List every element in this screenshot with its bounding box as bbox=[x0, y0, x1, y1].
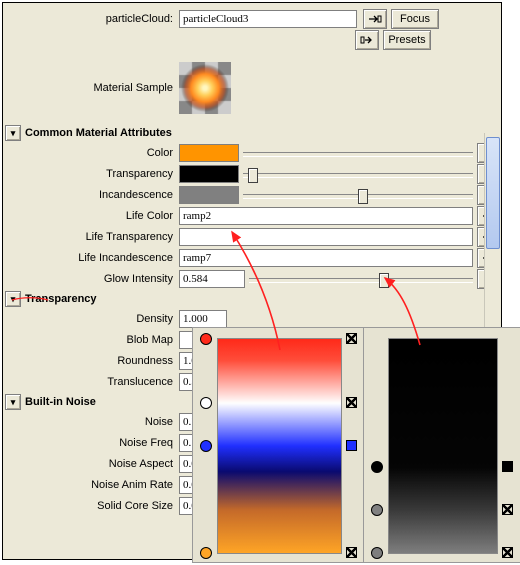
glow-input[interactable] bbox=[179, 270, 245, 288]
life-color-input[interactable] bbox=[179, 207, 473, 225]
translucence-label: Translucence bbox=[3, 376, 179, 388]
glow-label: Glow Intensity bbox=[3, 273, 179, 285]
connect-input-button[interactable] bbox=[363, 9, 387, 29]
incandescence-label: Incandescence bbox=[3, 189, 179, 201]
life-incandescence-input[interactable] bbox=[179, 249, 473, 267]
ramp-handle[interactable] bbox=[200, 397, 212, 409]
ramp-gradient-life-color[interactable] bbox=[217, 338, 342, 554]
focus-button[interactable]: Focus bbox=[391, 9, 439, 29]
roundness-label: Roundness bbox=[3, 355, 179, 367]
section-toggle-transparency[interactable]: ▾ bbox=[5, 291, 21, 307]
section-title-common: Common Material Attributes bbox=[25, 127, 172, 139]
life-color-label: Life Color bbox=[3, 210, 179, 222]
ramp-handle[interactable] bbox=[200, 333, 212, 345]
presets-label: Presets bbox=[388, 34, 425, 46]
ramp-handle[interactable] bbox=[371, 461, 383, 473]
noiseanim-label: Noise Anim Rate bbox=[3, 479, 179, 491]
color-swatch[interactable] bbox=[179, 144, 239, 162]
incandescence-slider[interactable] bbox=[243, 187, 473, 203]
glow-slider[interactable] bbox=[249, 271, 473, 287]
transparency-slider[interactable] bbox=[243, 166, 473, 182]
material-sample-label: Material Sample bbox=[3, 82, 179, 94]
ramp-handle[interactable] bbox=[346, 397, 357, 408]
ramp-handle[interactable] bbox=[346, 547, 357, 558]
material-sample-swatch bbox=[179, 62, 231, 114]
section-title-transparency: Transparency bbox=[25, 293, 97, 305]
ramp-handle[interactable] bbox=[200, 547, 212, 559]
transparency-swatch[interactable] bbox=[179, 165, 239, 183]
ramp-handle[interactable] bbox=[502, 504, 513, 515]
transparency-label: Transparency bbox=[3, 168, 179, 180]
presets-button[interactable]: Presets bbox=[383, 30, 431, 50]
ramp-handle[interactable] bbox=[502, 547, 513, 558]
noise-label: Noise bbox=[3, 416, 179, 428]
ramp-gradient-life-incandescence[interactable] bbox=[388, 338, 498, 554]
ramp-popup-life-incandescence bbox=[364, 328, 520, 562]
ramp-handle[interactable] bbox=[346, 333, 357, 344]
color-label: Color bbox=[3, 147, 179, 159]
noiseaspect-label: Noise Aspect bbox=[3, 458, 179, 470]
color-slider[interactable] bbox=[243, 145, 473, 161]
life-transparency-label: Life Transparency bbox=[3, 231, 179, 243]
noisefreq-label: Noise Freq bbox=[3, 437, 179, 449]
section-toggle-noise[interactable]: ▾ bbox=[5, 394, 21, 410]
section-toggle-common[interactable]: ▾ bbox=[5, 125, 21, 141]
blobmap-label: Blob Map bbox=[3, 334, 179, 346]
life-transparency-input[interactable] bbox=[179, 228, 473, 246]
connect-output-button[interactable] bbox=[355, 30, 379, 50]
ramp-handle[interactable] bbox=[371, 547, 383, 559]
life-incandescence-label: Life Incandescence bbox=[3, 252, 179, 264]
node-field-label: particleCloud: bbox=[3, 13, 179, 25]
ramp-popup-life-color bbox=[193, 328, 364, 562]
density-label: Density bbox=[3, 313, 179, 325]
scrollbar-thumb[interactable] bbox=[486, 137, 500, 249]
section-title-noise: Built-in Noise bbox=[25, 396, 96, 408]
density-input[interactable] bbox=[179, 310, 227, 328]
node-name-input[interactable] bbox=[179, 10, 357, 28]
focus-label: Focus bbox=[400, 13, 430, 25]
ramp-handle[interactable] bbox=[371, 504, 383, 516]
ramp-handle[interactable] bbox=[346, 440, 357, 451]
ramp-handle[interactable] bbox=[200, 440, 212, 452]
incandescence-swatch[interactable] bbox=[179, 186, 239, 204]
core-label: Solid Core Size bbox=[3, 500, 179, 512]
ramp-handle[interactable] bbox=[502, 461, 513, 472]
